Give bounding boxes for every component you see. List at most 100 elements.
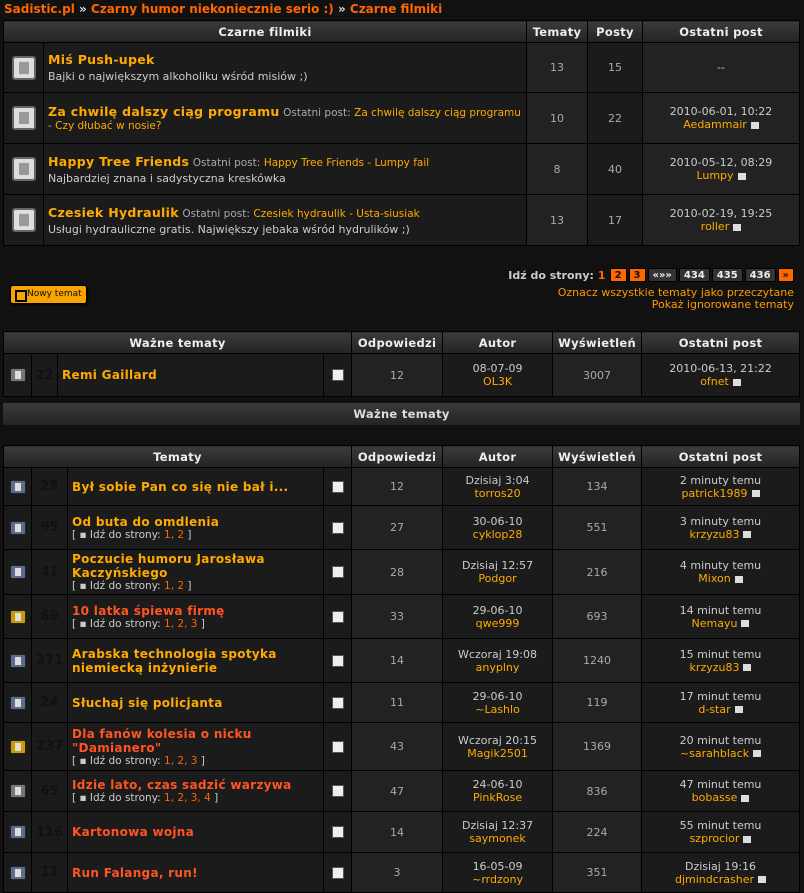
- select-checkbox[interactable]: [331, 740, 344, 753]
- topic-pages: [ ▪ Idź do strony: 1, 2, 3, 4 ]: [72, 792, 219, 804]
- checkbox-cell: [322, 467, 353, 506]
- go-to-post-icon[interactable]: [734, 575, 743, 583]
- select-checkbox[interactable]: [331, 866, 344, 879]
- go-to-post-icon[interactable]: [758, 876, 767, 883]
- select-checkbox[interactable]: [331, 654, 344, 667]
- go-to-post-icon[interactable]: [751, 490, 760, 497]
- breadcrumb-forum-link[interactable]: Czarne filmiki: [350, 2, 442, 16]
- topic-page-links[interactable]: 1, 2, 3: [164, 755, 197, 767]
- go-to-post-icon[interactable]: [753, 750, 762, 757]
- topic-views: 836: [552, 770, 643, 812]
- breadcrumb-home-link[interactable]: Sadistic.pl: [4, 2, 75, 16]
- page-next-button[interactable]: »: [777, 268, 794, 282]
- topic-title-link[interactable]: Arabska technologia spotyka niemiecką in…: [72, 647, 277, 675]
- topic-author-link[interactable]: anyplny: [476, 661, 520, 674]
- topic-icon: [9, 479, 26, 494]
- topic-pages: [ ▪ Idź do strony: 1, 2, 3 ]: [72, 617, 205, 630]
- last-post-user-link[interactable]: krzyzu83: [690, 528, 740, 541]
- go-to-post-icon[interactable]: [732, 378, 741, 386]
- topic-title-link[interactable]: Kartonowa wojna: [72, 825, 194, 839]
- topic-page-links[interactable]: 1, 2: [164, 580, 184, 592]
- go-to-post-icon[interactable]: [743, 531, 752, 538]
- topic-author-link[interactable]: Magik2501: [467, 747, 528, 760]
- forum-info-cell: Czesiek Hydraulik Ostatni post: Czesiek …: [42, 194, 528, 246]
- go-to-post-icon[interactable]: [743, 664, 752, 671]
- select-checkbox[interactable]: [331, 566, 344, 578]
- topic-author-link[interactable]: Podgor: [478, 572, 516, 585]
- last-post-user-link[interactable]: djmindcrasher: [675, 873, 754, 886]
- checkbox-cell: [322, 852, 353, 893]
- last-post-user-link[interactable]: Nemayu: [692, 617, 738, 630]
- topic-author-link[interactable]: qwe999: [476, 617, 520, 630]
- breadcrumb: Sadistic.pl » Czarny humor niekoniecznie…: [4, 2, 442, 16]
- last-post-user-link[interactable]: Mixon: [698, 572, 730, 585]
- last-post-user-link[interactable]: roller: [701, 220, 729, 233]
- select-checkbox[interactable]: [331, 696, 344, 709]
- important-last-user-link[interactable]: ofnet: [700, 375, 729, 388]
- topic-last-post: 15 minut temu krzyzu83: [641, 638, 800, 683]
- topic-title-link[interactable]: Dla fanów kolesia o nicku "Damianero": [72, 727, 252, 755]
- last-post-link[interactable]: Czesiek hydraulik - Usta-siusiak: [253, 208, 419, 220]
- page-link-434[interactable]: 434: [678, 268, 710, 282]
- go-to-post-icon[interactable]: [734, 706, 743, 713]
- last-post-user-link[interactable]: d-star: [698, 703, 730, 716]
- topic-author: Wczoraj 19:08 anyplny: [442, 638, 554, 683]
- last-post-user-link[interactable]: Lumpy: [696, 169, 733, 182]
- select-checkbox[interactable]: [331, 480, 344, 493]
- topic-author-link[interactable]: ~Lashlo: [475, 703, 520, 716]
- go-to-post-icon[interactable]: [737, 172, 746, 180]
- topic-author-link[interactable]: PinkRose: [473, 791, 522, 804]
- page-link-2[interactable]: 2: [609, 268, 627, 282]
- topic-title-link[interactable]: Idzie lato, czas sadzić warzywa: [72, 778, 292, 792]
- new-topic-button[interactable]: Nowy temat: [10, 285, 87, 304]
- page-link-435[interactable]: 435: [711, 268, 743, 282]
- topic-author-link[interactable]: torros20: [474, 487, 520, 500]
- go-to-post-icon[interactable]: [750, 121, 759, 129]
- select-checkbox[interactable]: [331, 521, 344, 534]
- go-to-post-icon[interactable]: [741, 794, 750, 802]
- breadcrumb-category-link[interactable]: Czarny humor niekoniecznie serio :): [91, 2, 334, 16]
- show-ignored-link[interactable]: Pokaż ignorowane tematy: [652, 298, 794, 311]
- topic-title-link[interactable]: Poczucie humoru Jarosława Kaczyńskiego: [72, 552, 265, 580]
- last-post-link[interactable]: Happy Tree Friends - Lumpy fail: [264, 157, 429, 169]
- page-link-436[interactable]: 436: [744, 268, 776, 282]
- select-checkbox[interactable]: [331, 785, 344, 797]
- go-to-post-icon[interactable]: [743, 835, 752, 843]
- topic-title-cell: Dla fanów kolesia o nicku "Damianero"[ ▪…: [67, 722, 324, 771]
- topic-title-cell: Słuchaj się policjanta: [67, 682, 324, 723]
- important-bar: Ważne tematy: [3, 403, 800, 425]
- go-to-post-icon[interactable]: [733, 223, 742, 231]
- page-link-3[interactable]: 3: [628, 268, 646, 282]
- last-post-user-link[interactable]: patrick1989: [682, 487, 748, 500]
- page-jump-button[interactable]: «»»: [647, 268, 677, 282]
- important-topic-link[interactable]: Remi Gaillard: [62, 368, 157, 382]
- last-post-user-link[interactable]: Aedammair: [683, 118, 747, 131]
- last-post-user-link[interactable]: szprocior: [690, 832, 740, 845]
- select-checkbox[interactable]: [331, 826, 344, 838]
- topic-author-link[interactable]: cyklop28: [473, 528, 523, 541]
- forum-title-link[interactable]: Happy Tree Friends: [48, 154, 189, 169]
- go-to-post-icon[interactable]: [741, 620, 750, 627]
- topic-page-links[interactable]: 1, 2, 3: [164, 618, 197, 630]
- last-post-user-link[interactable]: bobasse: [692, 791, 738, 804]
- topic-last-post: 17 minut temu d-star: [641, 682, 800, 723]
- forum-title-link[interactable]: Miś Push-upek: [48, 52, 155, 67]
- topic-page-links[interactable]: 1, 2, 3, 4: [164, 792, 211, 804]
- topic-author-link[interactable]: saymonek: [469, 832, 526, 845]
- topic-icon: [9, 520, 26, 535]
- select-checkbox[interactable]: [331, 610, 344, 623]
- topic-title-link[interactable]: 10 latka śpiewa firmę: [72, 604, 225, 618]
- topic-last-post: 20 minut temu ~sarahblack: [641, 722, 800, 771]
- forum-title-link[interactable]: Za chwilę dalszy ciąg programu: [48, 104, 280, 119]
- forum-title-link[interactable]: Czesiek Hydraulik: [48, 205, 179, 220]
- topic-page-links[interactable]: 1, 2: [164, 529, 184, 541]
- topic-title-link[interactable]: Od buta do omdlenia: [72, 515, 219, 529]
- important-author-link[interactable]: OL3K: [483, 375, 512, 388]
- topic-title-link[interactable]: Był sobie Pan co się nie bał i...: [72, 480, 288, 494]
- topic-author-link[interactable]: ~rrdzony: [472, 873, 523, 886]
- topic-title-link[interactable]: Run Falanga, run!: [72, 866, 198, 880]
- topic-title-link[interactable]: Słuchaj się policjanta: [72, 696, 223, 710]
- last-post-user-link[interactable]: ~sarahblack: [680, 747, 749, 760]
- select-checkbox[interactable]: [331, 369, 344, 381]
- last-post-user-link[interactable]: krzyzu83: [690, 661, 740, 674]
